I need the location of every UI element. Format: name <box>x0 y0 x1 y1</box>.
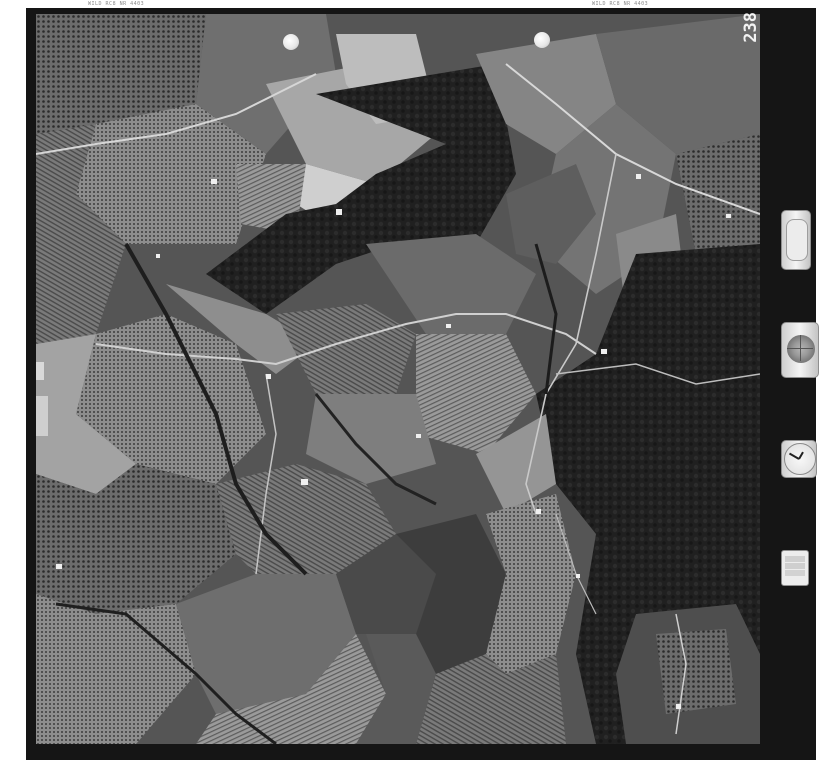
film-edge-notch <box>36 362 44 380</box>
edge-print-right: WILD RC8 NR 4403 <box>592 1 649 7</box>
circular-level-icon <box>781 322 819 378</box>
scan-sheet: WILD RC8 NR 4403 WILD RC8 NR 4403 238 <box>0 0 819 766</box>
edge-print-left: WILD RC8 NR 4403 <box>88 1 145 7</box>
fiducial-mark <box>283 34 299 50</box>
aerial-photo <box>36 14 760 744</box>
aerial-terrain <box>36 14 760 744</box>
altimeter-icon <box>781 210 811 270</box>
fiducial-mark <box>534 32 550 48</box>
frame-number: 238 <box>741 12 761 43</box>
data-card <box>781 550 809 586</box>
clock-icon <box>781 440 817 478</box>
film-edge-notch <box>36 396 48 436</box>
